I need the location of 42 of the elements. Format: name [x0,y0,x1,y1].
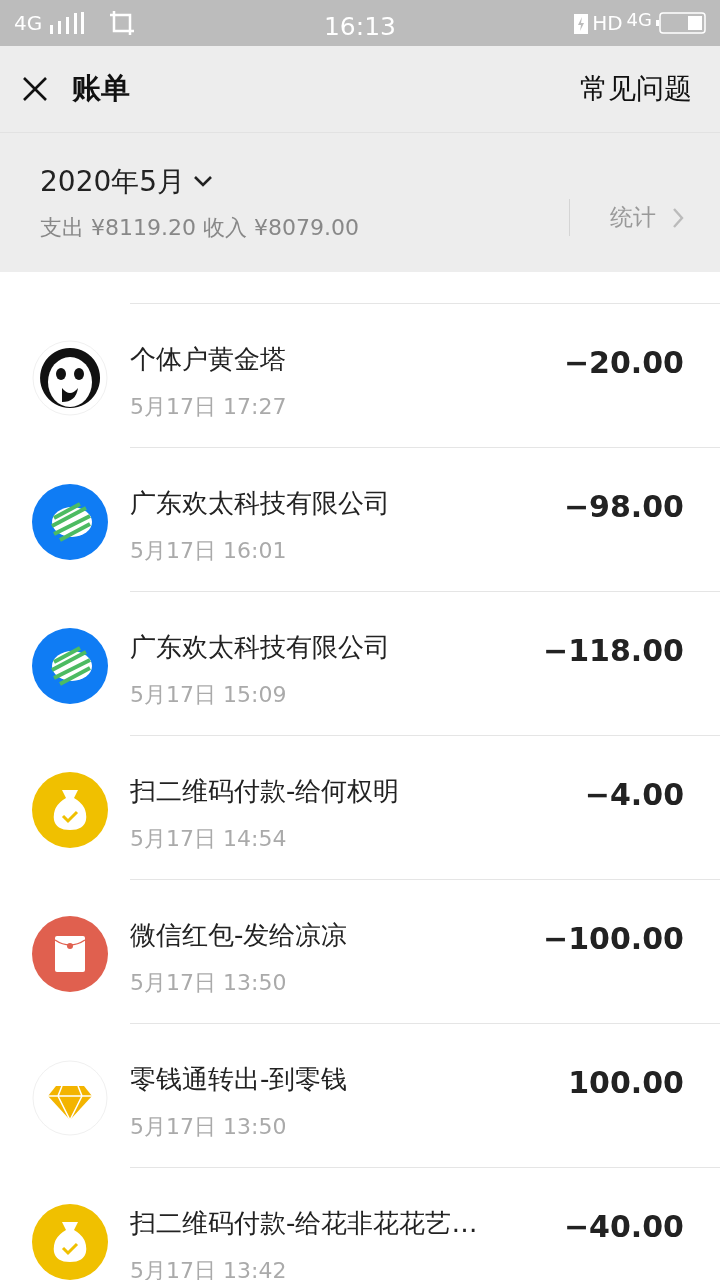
clock: 16:13 [323,12,396,41]
transaction-name: 个体户黄金塔 [130,343,286,376]
network-label: 4G [14,10,43,37]
network-label: 4G [626,7,652,32]
month-selector[interactable]: 2020年5月 [40,161,359,203]
signal-icon [50,12,85,34]
transaction-name: 广东欢太科技有限公司 [130,631,390,664]
transaction-amount: −118.00 [543,632,684,670]
transaction-name: 扫二维码付款-给花非花花艺… [130,1207,478,1240]
transaction-time: 5月17日 17:27 [130,393,287,421]
transaction-time: 5月17日 14:54 [130,825,287,853]
striped-globe-icon [32,628,108,704]
transaction-time: 5月17日 13:42 [130,1257,287,1280]
chevron-down-icon [193,175,214,189]
battery-saver-icon [574,12,589,34]
striped-globe-icon [32,484,108,560]
transaction-name: 零钱通转出-到零钱 [130,1063,348,1096]
transaction-name: 微信红包-发给凉凉 [130,919,348,952]
money-bag-icon [32,772,108,848]
transaction-amount: −98.00 [563,488,684,526]
transaction-amount: −4.00 [584,776,684,814]
hd-label: HD [592,10,623,37]
transaction-amount: −40.00 [563,1208,684,1246]
battery-icon [656,12,706,34]
transaction-time: 5月17日 16:01 [130,537,287,565]
money-bag-icon [32,1204,108,1280]
transaction-time: 5月17日 13:50 [130,969,287,997]
transaction-time: 5月17日 15:09 [130,681,287,709]
transaction-name: 扫二维码付款-给何权明 [130,775,400,808]
transaction-name: 广东欢太科技有限公司 [130,487,390,520]
transaction-amount: −100.00 [543,920,684,958]
monthly-totals: 支出 ¥8119.20 收入 ¥8079.00 [40,214,359,242]
faq-link[interactable]: 常见问题 [580,68,692,110]
transaction-amount: −20.00 [563,344,684,382]
envelope-icon [32,916,108,992]
transaction-time: 5月17日 13:50 [130,1113,287,1141]
page-title: 账单 [72,70,130,108]
chevron-right-icon [672,206,684,229]
close-button[interactable] [22,76,48,102]
close-icon [22,76,48,102]
screenshot-icon [110,11,137,35]
transaction-amount: 100.00 [568,1064,684,1102]
